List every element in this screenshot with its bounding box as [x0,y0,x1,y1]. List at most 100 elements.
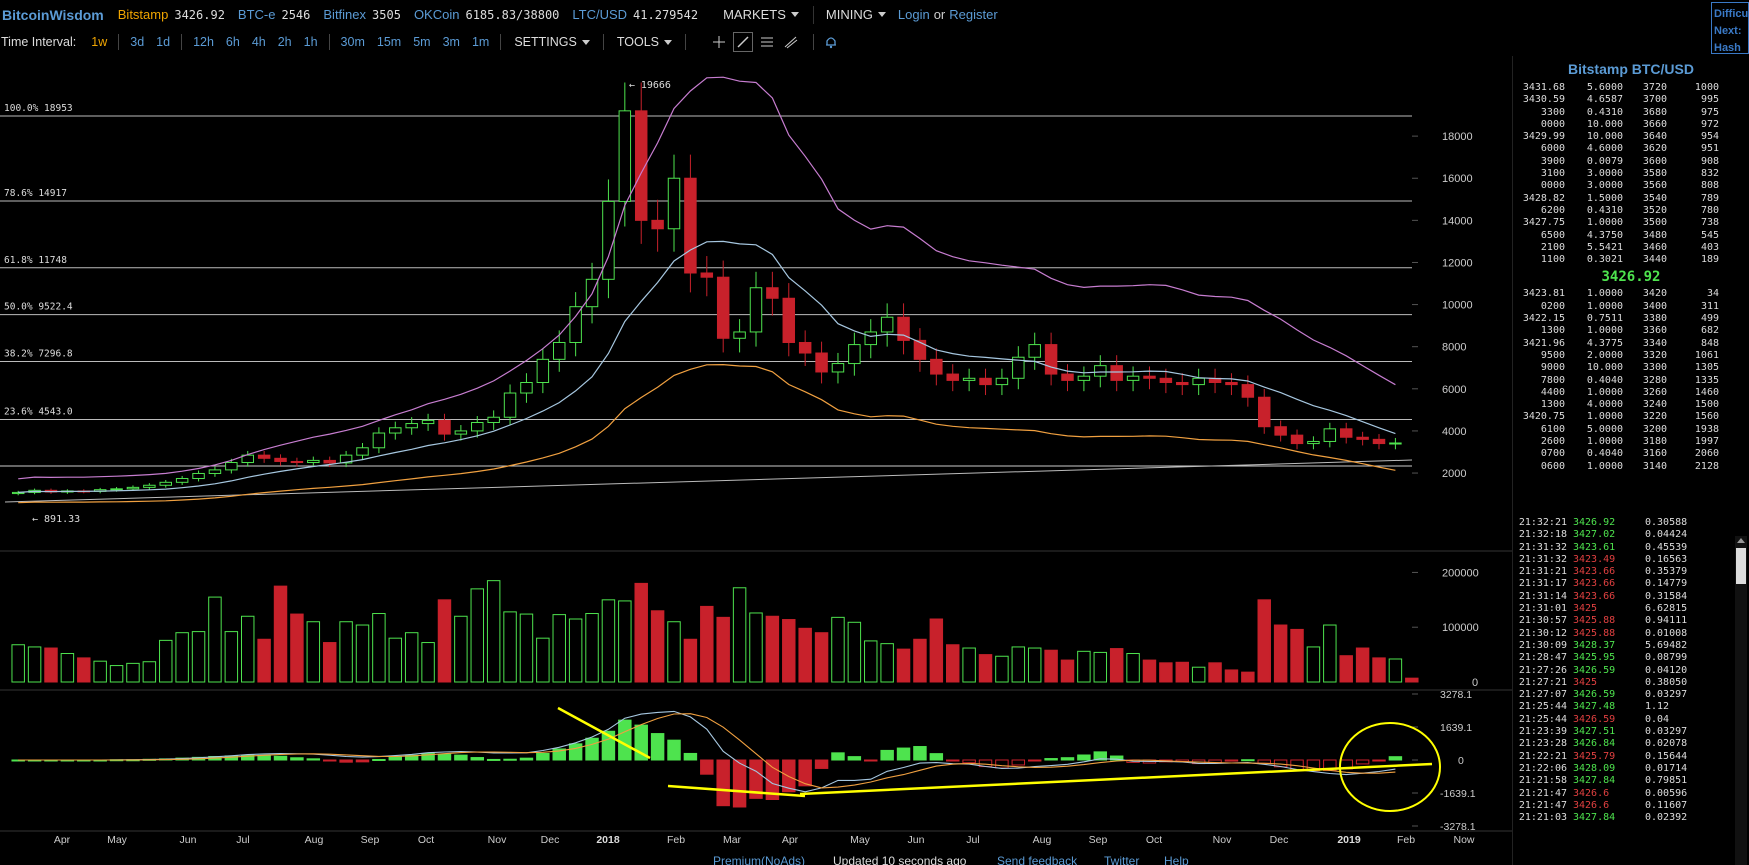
orderbook-cell: 3580 [1642,168,1667,180]
top-header: BitcoinWisdom Bitstamp 3426.92 BTC-e 2546 Bi… [0,0,1749,29]
orderbook-row: 0000 10.000 3660 972 [1513,119,1749,131]
orderbook-cell: 1100 [1540,254,1565,266]
trade-price: 3427.84 [1573,775,1616,787]
volume-bar [93,660,107,683]
orderbook-cell: 3520 [1642,204,1667,216]
trade-row: 21:32:21 3426.92 0.30588 [1513,517,1749,529]
price-tick-label: 12000 [1442,257,1473,269]
mining-menu[interactable]: MINING [826,7,886,22]
scroll-up-icon[interactable] [1737,538,1745,543]
orderbook-row: 0200 1.0000 3400 311 [1513,301,1749,313]
volume-bar [831,616,845,683]
trendline-tool-icon[interactable] [733,32,753,52]
twitter-link[interactable]: Twitter [1104,854,1139,865]
trade-price: 3427.48 [1573,701,1616,713]
volume-bar [1077,650,1091,683]
orderbook-cell: 3400 [1642,300,1667,312]
volume-bar [159,639,173,683]
price-tick-label: 16000 [1442,173,1473,185]
orderbook-cell: 3340 [1642,337,1667,349]
scrollbar-thumb[interactable] [1736,548,1746,584]
volume-bar [1109,648,1124,683]
annotation-line[interactable] [799,762,1433,796]
markets-menu[interactable]: MARKETS [723,7,799,22]
price-chart[interactable]: 2000 4000 6000 8000 10000 12000 14000 16000 1800… [0,56,1512,854]
site-logo[interactable]: BitcoinWisdom [0,7,104,23]
trade-history-scrollbar[interactable] [1735,536,1747,865]
interval-5m[interactable]: 5m [413,35,430,49]
orderbook-row: 3420.75 1.0000 3220 1560 [1513,411,1749,423]
candle [1044,344,1058,375]
interval-30m[interactable]: 30m [341,35,365,49]
macd-histogram-bar [1027,759,1042,762]
trade-row: 21:23:39 3427.51 0.03297 [1513,726,1749,738]
tools-menu[interactable]: TOOLS [617,35,672,49]
volume-bar [585,613,599,683]
macd-histogram-bar [437,753,452,761]
market-ticker[interactable]: Bitfinex 3505 [323,7,401,22]
market-ticker[interactable]: BTC-e 2546 [238,7,310,22]
feedback-link[interactable]: Send feedback [997,854,1077,865]
premium-link[interactable]: Premium(NoAds) [713,854,805,865]
register-link[interactable]: Register [949,7,997,22]
candle [569,306,582,343]
trade-volume: 0.38050 [1645,676,1688,688]
volume-bar [1355,647,1370,683]
difficulty-box[interactable]: Difficu Next: Hash R [1711,2,1749,54]
trade-time: 21:23:39 [1518,726,1567,738]
orderbook-cell: 3240 [1642,399,1667,411]
market-ticker[interactable]: OKCoin 6185.83/38800 [414,7,559,22]
help-link[interactable]: Help [1164,854,1189,865]
macd-histogram-bar [683,752,698,761]
interval-15m[interactable]: 15m [377,35,401,49]
x-axis-label: May [850,834,871,846]
trade-row: 21:30:09 3428.37 5.69482 [1513,640,1749,652]
market-ticker[interactable]: LTC/USD 41.279542 [572,7,698,22]
fibonacci-tool-icon[interactable] [781,32,801,52]
interval-12h[interactable]: 12h [193,35,214,49]
x-axis-label: Aug [1033,834,1052,846]
trade-time: 21:22:06 [1518,762,1567,774]
interval-1d[interactable]: 1d [156,35,170,49]
orderbook-row: 0000 3.0000 3560 808 [1513,180,1749,192]
trade-time: 21:27:21 [1518,676,1567,688]
trade-volume: 0.04424 [1645,529,1688,541]
x-axis-label: Mar [723,834,742,846]
orderbook-cell: 1.0000 [1586,325,1623,337]
crosshair-tool-icon[interactable] [709,32,729,52]
interval-3m[interactable]: 3m [443,35,460,49]
volume-bar [208,596,222,683]
interval-1h[interactable]: 1h [304,35,318,49]
trade-price: 3425 [1573,603,1598,615]
interval-6h[interactable]: 6h [226,35,240,49]
macd-histogram-bar [454,754,468,761]
interval-4h[interactable]: 4h [252,35,266,49]
volume-bar [1011,646,1026,683]
orderbook-cell: 6100 [1540,423,1565,435]
trade-volume: 0.00596 [1645,787,1688,799]
chart-toolbar: Time Interval: 1w 3d 1d 12h 6h 4h 2h 1h 30m 15m 5m… [0,29,1510,55]
login-link[interactable]: Login [898,7,930,22]
candle [864,331,877,346]
candle [1143,375,1156,379]
candle [1110,365,1123,381]
bell-icon[interactable] [821,32,841,52]
trade-price: 3426.6 [1573,799,1610,811]
orderbook-cell: 789 [1700,192,1719,204]
low-marker: ← 891.33 [32,514,80,525]
candle [962,377,976,381]
horizontal-lines-tool-icon[interactable] [757,32,777,52]
macd-histogram-bar [568,743,583,761]
orderbook-cell: 499 [1700,313,1719,325]
interval-3d[interactable]: 3d [130,35,144,49]
or-text: or [933,7,946,22]
interval-1m[interactable]: 1m [472,35,489,49]
market-ticker-list: Bitstamp 3426.92 BTC-e 2546 Bitfinex 3505 OKCo… [118,7,711,22]
market-ticker[interactable]: Bitstamp 3426.92 [118,7,225,22]
settings-menu[interactable]: SETTINGS [514,35,590,49]
volume-bar [1027,647,1042,683]
candle [274,457,287,462]
interval-1w[interactable]: 1w [91,35,107,49]
interval-2h[interactable]: 2h [278,35,292,49]
candle [126,486,140,490]
